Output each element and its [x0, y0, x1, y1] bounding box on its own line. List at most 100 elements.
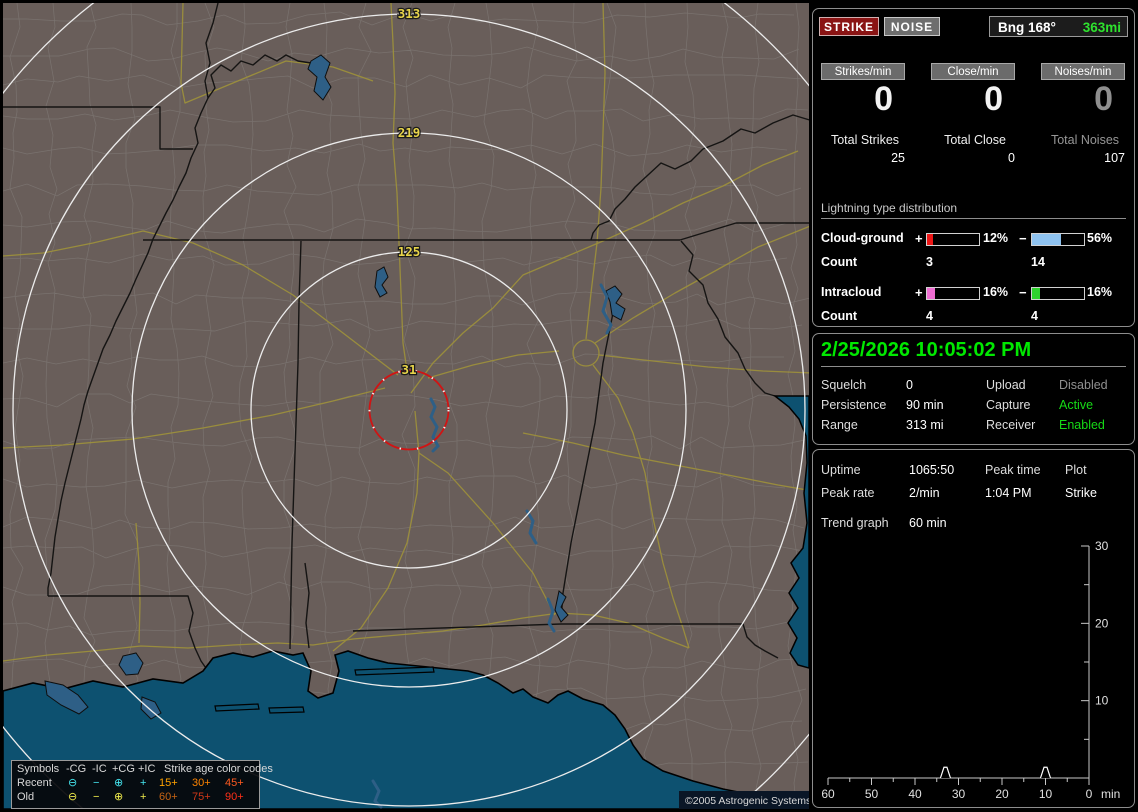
distribution-title: Lightning type distribution [821, 201, 1126, 219]
cloud-ground-label: Cloud-ground [821, 231, 904, 245]
datetime-display: 2/25/2026 10:05:02 PM [821, 339, 1126, 367]
strikes-per-min-button[interactable]: Strikes/min [821, 63, 905, 80]
svg-text:30: 30 [952, 787, 966, 801]
total-close-label: Total Close [944, 133, 1006, 147]
legend-header-neg-cg: -CG [66, 763, 87, 775]
legend-age-header: Strike age color codes [164, 763, 273, 775]
total-noises-value: 107 [1104, 151, 1125, 165]
copyright-text: ©2005 Astrogenic Systems [685, 795, 809, 807]
range-value: 313 mi [906, 418, 944, 432]
cg-minus-sign: − [1019, 231, 1027, 246]
lightning-map[interactable]: 313 219 125 31 ©2005 Astrogenic Systems … [3, 3, 809, 809]
legend-symbols-header: Symbols [17, 763, 60, 775]
cg-count-label: Count [821, 255, 858, 269]
cg-positive-bar-fill [927, 234, 934, 245]
cg-negative-count: 14 [1031, 255, 1045, 269]
legend-old-label: Old [17, 791, 35, 803]
peak-rate-value: 2/min [909, 486, 940, 500]
age-75-label: 75+ [192, 791, 211, 803]
receiver-status: Enabled [1059, 418, 1105, 432]
cg-negative-bar [1031, 233, 1085, 246]
strike-mode-button[interactable]: STRIKE [819, 17, 879, 36]
trend-graph: 30 20 10 60 50 40 30 20 10 0 min [821, 539, 1120, 801]
intracloud-label: Intracloud [821, 285, 882, 299]
ring-label-125: 125 [398, 244, 421, 259]
cg-positive-count: 3 [926, 255, 933, 269]
cg-plus-sign: + [915, 231, 923, 246]
close-rate-value: 0 [984, 80, 1003, 118]
map-canvas[interactable]: 313 219 125 31 ©2005 Astrogenic Systems [3, 3, 809, 809]
noises-per-min-button[interactable]: Noises/min [1041, 63, 1125, 80]
status-panel: 2/25/2026 10:05:02 PM Squelch 0 Upload D… [812, 333, 1135, 445]
total-close-value: 0 [1008, 151, 1015, 165]
svg-text:10: 10 [1095, 694, 1109, 708]
upload-status: Disabled [1059, 378, 1108, 392]
trend-graph-period: 60 min [909, 516, 947, 530]
cg-negative-pct: 56% [1087, 231, 1113, 245]
old-neg-cg-icon: ⊖ [68, 791, 78, 803]
counters-panel: STRIKE NOISE Bng 168° 363mi Strikes/min … [812, 8, 1135, 327]
bearing-range-value: 363mi [1082, 20, 1121, 35]
peak-time-label: Peak time [985, 463, 1041, 477]
total-noises-label: Total Noises [1050, 133, 1120, 147]
svg-text:0: 0 [1086, 787, 1093, 801]
receiver-label: Receiver [986, 418, 1036, 432]
ic-plus-sign: + [915, 285, 923, 300]
legend-recent-label: Recent [17, 777, 52, 789]
age-60-label: 60+ [159, 791, 178, 803]
old-pos-cg-icon: ⊕ [114, 791, 124, 803]
ic-negative-count: 4 [1031, 309, 1038, 323]
persistence-label: Persistence [821, 398, 887, 412]
age-15-label: 15+ [159, 777, 178, 789]
legend-header-pos-cg: +CG [112, 763, 135, 775]
peak-time-value: 1:04 PM [985, 486, 1032, 500]
bearing-display: Bng 168° 363mi [989, 16, 1128, 37]
ic-negative-bar [1031, 287, 1085, 300]
old-neg-ic-icon: − [93, 791, 100, 803]
svg-text:20: 20 [995, 787, 1009, 801]
ring-label-313: 313 [398, 6, 421, 21]
plot-mode-value: Strike [1065, 486, 1097, 500]
svg-text:20: 20 [1095, 616, 1109, 630]
ic-negative-bar-fill [1032, 288, 1041, 299]
squelch-label: Squelch [821, 378, 867, 392]
capture-label: Capture [986, 398, 1031, 412]
nexstorm-window: 313 219 125 31 ©2005 Astrogenic Systems … [0, 0, 1138, 812]
total-strikes-label: Total Strikes [830, 133, 900, 147]
recent-neg-ic-icon: − [93, 777, 100, 789]
uptime-value: 1065:50 [909, 463, 955, 477]
strikes-rate-value: 0 [874, 80, 893, 118]
close-per-min-button[interactable]: Close/min [931, 63, 1015, 80]
svg-text:10: 10 [1039, 787, 1053, 801]
recent-neg-cg-icon: ⊖ [68, 777, 78, 789]
noise-mode-button[interactable]: NOISE [884, 17, 940, 36]
capture-status: Active [1059, 398, 1094, 412]
cg-positive-pct: 12% [983, 231, 1009, 245]
ring-label-31: 31 [401, 362, 416, 377]
svg-text:60: 60 [821, 787, 835, 801]
ic-positive-bar-fill [927, 288, 936, 299]
ic-positive-bar [926, 287, 980, 300]
svg-text:30: 30 [1095, 539, 1109, 553]
ic-positive-pct: 16% [983, 285, 1009, 299]
svg-text:min: min [1101, 787, 1120, 801]
legend-header-pos-ic: +IC [138, 763, 156, 775]
age-45-label: 45+ [225, 777, 244, 789]
recent-pos-ic-icon: + [140, 777, 147, 789]
trend-graph-label: Trend graph [821, 516, 889, 530]
uptime-label: Uptime [821, 463, 861, 477]
ic-count-label: Count [821, 309, 858, 323]
svg-text:50: 50 [865, 787, 879, 801]
ic-minus-sign: − [1019, 285, 1027, 300]
legend-header-neg-ic: -IC [92, 763, 107, 775]
symbol-legend: Symbols -CG -IC +CG +IC Strike age color… [11, 760, 273, 809]
ic-positive-count: 4 [926, 309, 933, 323]
cg-negative-bar-fill [1032, 234, 1062, 245]
bearing-label: Bng 168° [998, 20, 1056, 35]
persistence-value: 90 min [906, 398, 944, 412]
old-pos-ic-icon: + [140, 791, 147, 803]
ic-negative-pct: 16% [1087, 285, 1113, 299]
ring-label-219: 219 [398, 125, 421, 140]
peak-rate-label: Peak rate [821, 486, 875, 500]
total-strikes-value: 25 [891, 151, 905, 165]
